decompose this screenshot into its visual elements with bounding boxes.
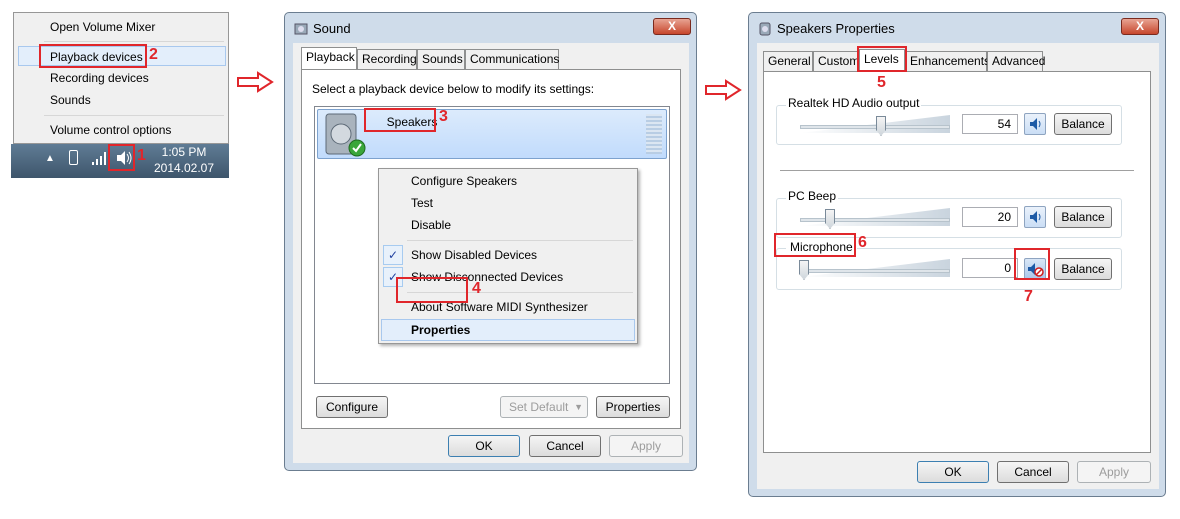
battery-icon[interactable]	[69, 150, 78, 165]
properties-button[interactable]: Properties	[596, 396, 670, 418]
highlight-box	[364, 108, 436, 132]
sound-app-icon	[294, 23, 308, 35]
menu-item-show-disabled-devices[interactable]: Show Disabled Devices	[411, 245, 537, 265]
menu-item-recording-devices[interactable]: Recording devices	[14, 68, 228, 88]
level-value-field[interactable]: 20	[962, 207, 1018, 227]
tray-context-menu: Open Volume Mixer Playback devices Recor…	[13, 12, 229, 144]
menu-separator	[407, 240, 633, 241]
apply-button[interactable]: Apply	[609, 435, 683, 457]
balance-button[interactable]: Balance	[1054, 258, 1112, 280]
slider-track	[800, 269, 950, 273]
sound-dialog: Sound X Playback Recording Sounds Commun…	[284, 12, 697, 471]
menu-item-open-volume-mixer[interactable]: Open Volume Mixer	[14, 17, 228, 37]
menu-item-volume-control-options[interactable]: Volume control options	[14, 120, 228, 140]
divider	[780, 170, 1134, 171]
highlight-box	[108, 144, 135, 171]
close-button[interactable]: X	[653, 18, 691, 35]
mute-toggle-button[interactable]	[1024, 206, 1046, 228]
set-default-button[interactable]: Set Default ▼	[500, 396, 588, 418]
set-default-label: Set Default	[509, 400, 569, 414]
dialog-body: Playback Recording Sounds Communications…	[293, 43, 689, 463]
menu-separator	[44, 41, 224, 42]
menu-item-sounds[interactable]: Sounds	[14, 90, 228, 110]
highlight-box	[857, 46, 907, 72]
cancel-button[interactable]: Cancel	[529, 435, 601, 457]
arrow-right-icon	[237, 71, 274, 93]
arrow-right-icon	[705, 79, 742, 101]
level-meter	[646, 114, 662, 154]
menu-separator	[44, 115, 224, 116]
menu-item-properties[interactable]: Properties	[411, 320, 470, 340]
tab-sounds[interactable]: Sounds	[417, 49, 465, 69]
speaker-device-icon	[325, 113, 366, 157]
window-title: Sound	[313, 21, 351, 36]
levels-tab-page: Realtek HD Audio output 54 Balance PC Be…	[763, 71, 1151, 453]
highlight-box	[39, 44, 147, 68]
slider-track	[800, 125, 950, 129]
step-number: 4	[472, 280, 481, 297]
step-number: 6	[858, 234, 867, 251]
tab-advanced[interactable]: Advanced	[987, 51, 1045, 71]
tab-enhancements[interactable]: Enhancements	[905, 51, 990, 71]
level-value-field[interactable]: 54	[962, 114, 1018, 134]
dialog-body: General Custom Levels Enhancements Advan…	[757, 43, 1159, 489]
checkmark-icon: ✓	[383, 245, 403, 265]
menu-item-configure-speakers[interactable]: Configure Speakers	[411, 171, 517, 191]
tab-general[interactable]: General	[763, 51, 813, 71]
level-value-field[interactable]: 0	[962, 258, 1018, 278]
ok-button[interactable]: OK	[448, 435, 520, 457]
speaker-icon	[1030, 211, 1041, 223]
step-number: 1	[137, 147, 146, 164]
step-number: 2	[149, 46, 158, 63]
highlight-box	[774, 233, 856, 257]
mute-toggle-button[interactable]	[1024, 113, 1046, 135]
step-number: 5	[877, 74, 886, 91]
step-number: 7	[1024, 288, 1033, 305]
tab-recording[interactable]: Recording	[357, 49, 417, 69]
window-title: Speakers Properties	[777, 21, 895, 36]
slider-track	[800, 218, 950, 222]
tab-custom[interactable]: Custom	[813, 51, 859, 71]
tray-clock[interactable]: 1:05 PM 2014.02.07	[149, 144, 219, 176]
instruction-text: Select a playback device below to modify…	[312, 82, 595, 96]
apply-button[interactable]: Apply	[1077, 461, 1151, 483]
speaker-icon	[1030, 118, 1041, 130]
ok-button[interactable]: OK	[917, 461, 989, 483]
cancel-button[interactable]: Cancel	[997, 461, 1069, 483]
step-number: 3	[439, 108, 448, 125]
device-context-menu: Configure Speakers Test Disable ✓ Show D…	[378, 168, 638, 344]
highlight-box	[396, 277, 468, 303]
balance-button[interactable]: Balance	[1054, 113, 1112, 135]
balance-button[interactable]: Balance	[1054, 206, 1112, 228]
tray-date: 2014.02.07	[153, 161, 215, 175]
level-label: Realtek HD Audio output	[786, 96, 922, 110]
tab-communications[interactable]: Communications	[465, 49, 559, 69]
chevron-down-icon: ▼	[574, 402, 583, 412]
tray-time: 1:05 PM	[161, 145, 207, 159]
highlight-box	[1014, 248, 1050, 280]
speaker-app-icon	[759, 22, 771, 36]
show-hidden-icons-icon[interactable]: ▲	[45, 153, 55, 164]
network-signal-icon[interactable]	[91, 150, 109, 166]
configure-button[interactable]: Configure	[316, 396, 388, 418]
close-button[interactable]: X	[1121, 18, 1159, 35]
menu-item-disable[interactable]: Disable	[411, 215, 451, 235]
level-label: PC Beep	[786, 189, 839, 203]
menu-item-test[interactable]: Test	[411, 193, 433, 213]
playback-tab-page: Select a playback device below to modify…	[301, 69, 681, 429]
tab-playback[interactable]: Playback	[301, 47, 357, 69]
